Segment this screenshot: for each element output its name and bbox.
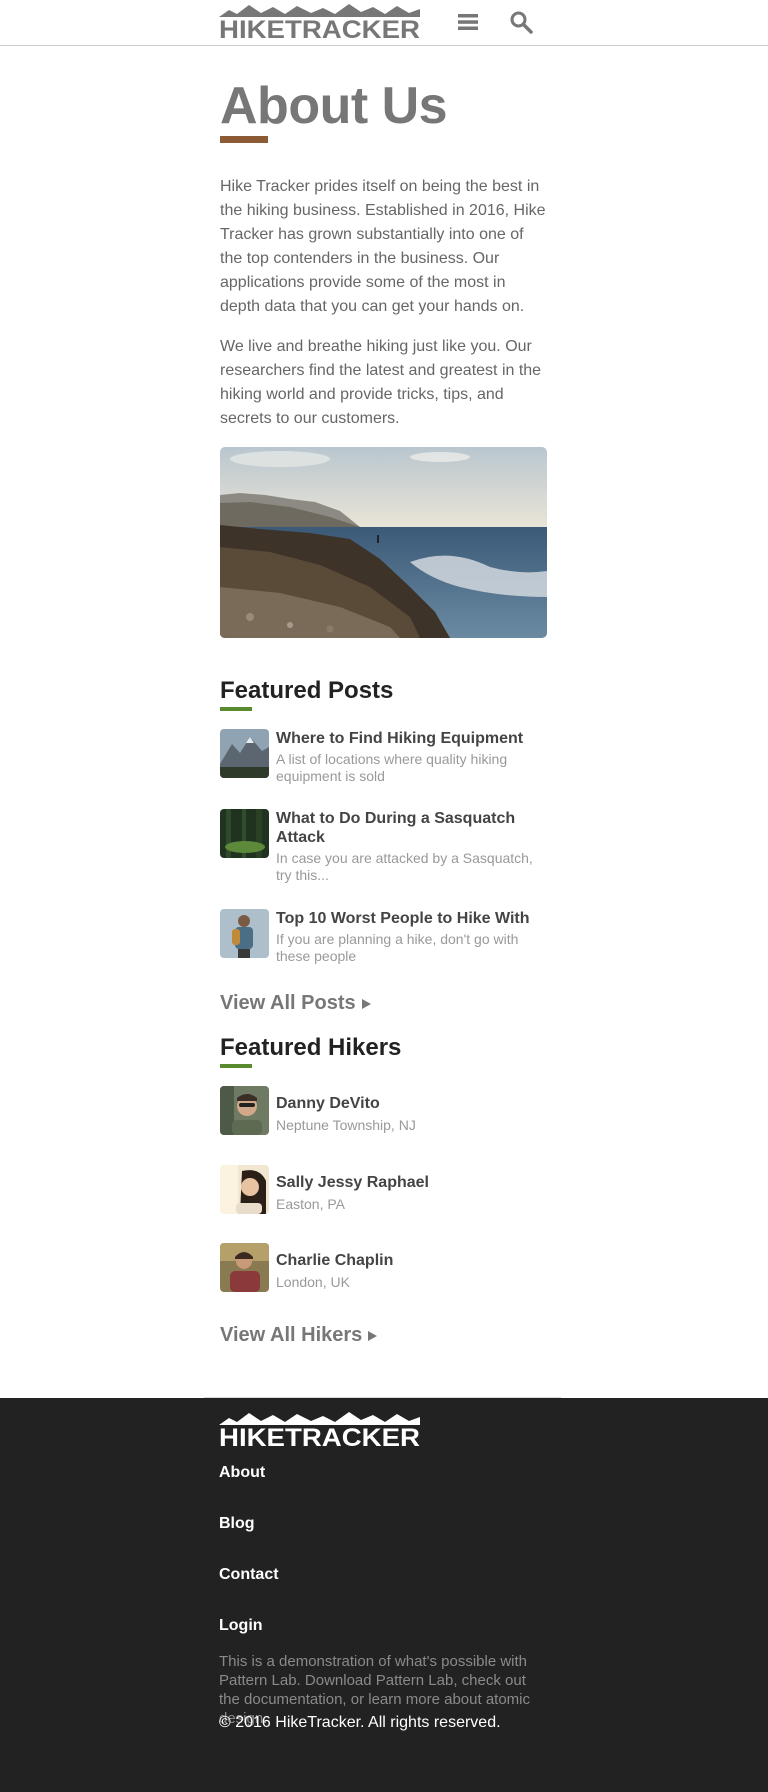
logo-text: HIKETRACKER [219, 16, 420, 40]
view-all-posts-label: View All Posts [220, 992, 356, 1014]
footer-copyright: © 2016 HikeTracker. All rights reserved. [219, 1714, 501, 1731]
hiker-thumbnail-image [220, 909, 269, 958]
featured-hikers-title: Featured Hikers [220, 1034, 402, 1061]
title-accent-rule [220, 136, 268, 143]
site-header: HIKETRACKER [0, 0, 768, 46]
menu-button[interactable] [454, 8, 482, 36]
footer-logo-text: HIKETRACKER [219, 1424, 420, 1448]
footer-logo-mountains: HIKETRACKER [219, 1412, 420, 1452]
footer-link-login[interactable]: Login [219, 1617, 263, 1635]
coastline-image [220, 447, 547, 638]
post-thumbnail [220, 729, 269, 778]
hiker-avatar [220, 1165, 269, 1214]
post-thumbnail [220, 809, 269, 858]
play-arrow-icon [368, 1330, 378, 1341]
hiker-avatar [220, 1243, 269, 1292]
hiker-name[interactable]: Charlie Chaplin [276, 1251, 548, 1270]
hiker-avatar-image [220, 1086, 269, 1135]
hero-image [220, 447, 547, 638]
mountain-thumbnail-image [220, 729, 269, 778]
hiker-location: London, UK [276, 1274, 350, 1290]
post-title[interactable]: Where to Find Hiking Equipment [276, 729, 548, 748]
post-excerpt: In case you are attacked by a Sasquatch,… [276, 850, 533, 883]
hiker-avatar-image [220, 1243, 269, 1292]
featured-hikers-rule [220, 1064, 252, 1068]
hiker-location: Easton, PA [276, 1196, 346, 1212]
about-paragraph-1: Hike Tracker prides itself on being the … [220, 178, 546, 315]
footer-link-about[interactable]: About [219, 1464, 265, 1482]
post-title[interactable]: Top 10 Worst People to Hike With [276, 909, 548, 928]
view-all-hikers-label: View All Hikers [220, 1324, 363, 1346]
featured-posts-title: Featured Posts [220, 677, 394, 704]
footer-link-blog[interactable]: Blog [219, 1515, 255, 1533]
logo-mountains: HIKETRACKER [219, 4, 420, 44]
menu-icon [458, 14, 478, 30]
hiker-location: Neptune Township, NJ [276, 1117, 416, 1133]
hiker-name[interactable]: Danny DeVito [276, 1094, 548, 1113]
featured-posts-rule [220, 707, 252, 711]
post-thumbnail [220, 909, 269, 958]
forest-thumbnail-image [220, 809, 269, 858]
search-icon [510, 11, 533, 34]
footer-link-contact[interactable]: Contact [219, 1566, 279, 1584]
site-logo[interactable]: HIKETRACKER [219, 4, 420, 44]
about-paragraph-2: We live and breathe hiking just like you… [220, 338, 542, 427]
post-excerpt: A list of locations where quality hiking… [276, 751, 508, 784]
hiker-avatar [220, 1086, 269, 1135]
hiker-avatar-image [220, 1165, 269, 1214]
post-title[interactable]: What to Do During a Sasquatch Attack [276, 809, 548, 847]
page-title: About Us [220, 77, 448, 135]
hiker-name[interactable]: Sally Jessy Raphael [276, 1173, 548, 1192]
play-arrow-icon [361, 998, 371, 1009]
search-button[interactable] [507, 8, 535, 36]
view-all-posts-link[interactable]: View All Posts [220, 992, 371, 1015]
view-all-hikers-link[interactable]: View All Hikers [220, 1324, 378, 1347]
site-footer: HIKETRACKER About Blog Contact Login Thi… [0, 1398, 768, 1792]
post-excerpt: If you are planning a hike, don't go wit… [276, 931, 519, 964]
footer-logo[interactable]: HIKETRACKER [219, 1412, 420, 1452]
